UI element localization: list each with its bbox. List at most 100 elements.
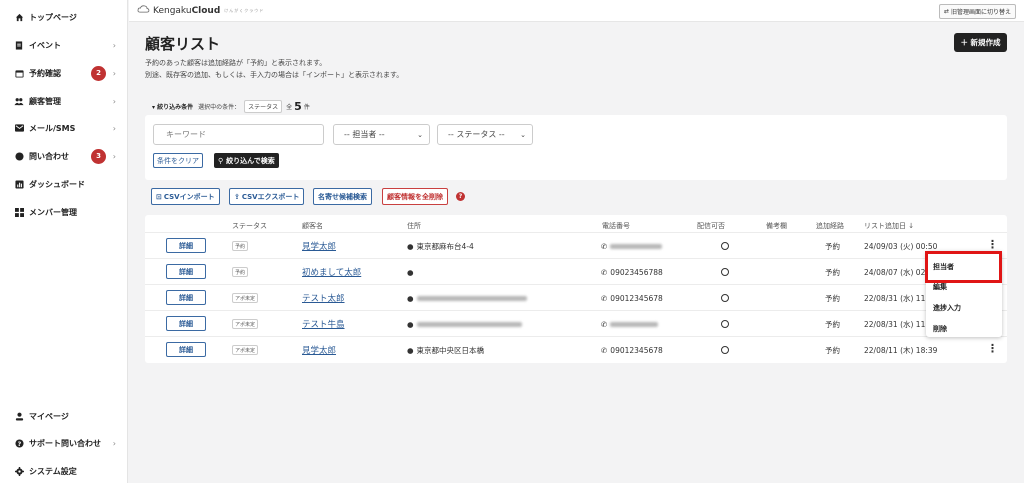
sidebar-item-reservation[interactable]: 予約確認 2 › [0, 63, 128, 83]
sidebar-item-settings[interactable]: システム設定 [0, 461, 128, 481]
app-logo[interactable]: Kengaku Cloud けんがくクラウド [137, 5, 264, 16]
delivery-allowed-icon [721, 268, 729, 276]
sidebar-item-label: イベント [29, 40, 61, 50]
chevron-down-icon: ⌄ [417, 130, 423, 139]
sidebar-item-label: システム設定 [29, 466, 77, 476]
calendar-icon [14, 68, 24, 78]
sidebar-item-dashboard[interactable]: ダッシュボード [0, 174, 128, 194]
location-pin-icon: ● [407, 293, 414, 303]
delete-all-button[interactable]: 顧客情報を全削除 [382, 188, 448, 205]
route-text: 予約 [825, 345, 840, 355]
added-date-text: 22/08/31 (水) 11:5 [864, 319, 933, 329]
delivery-allowed-icon [721, 294, 729, 302]
location-pin-icon: ● [407, 319, 414, 329]
detail-button[interactable]: 詳細 [166, 342, 206, 357]
csv-import-label: CSVインポート [163, 192, 215, 201]
table-row: 詳細 アポ未定 テスト太郎 ● ✆ 09012345678 予約 22/08/31… [145, 284, 1007, 310]
sidebar-item-mail[interactable]: メール/SMS › [0, 118, 128, 138]
phone-text: 09023456788 [610, 267, 663, 277]
sidebar-item-mypage[interactable]: マイページ [0, 406, 128, 426]
added-date-text: 22/08/31 (水) 11:5 [864, 293, 933, 303]
address-text: 東京都中央区日本橋 [416, 345, 485, 355]
menu-item-progress[interactable]: 進捗入力 [933, 303, 961, 313]
phone-text: 09012345678 [610, 293, 663, 303]
search-icon: ⚲ [218, 156, 224, 165]
delivery-allowed-icon [721, 320, 729, 328]
clear-filter-button[interactable]: 条件をクリア [153, 153, 203, 168]
sidebar-item-inquiry[interactable]: 問い合わせ 3 › [0, 146, 128, 166]
chat-icon [14, 151, 24, 161]
chart-icon [14, 179, 24, 189]
customer-name-link[interactable]: 見学太郎 [302, 344, 336, 356]
keyword-input[interactable] [153, 124, 324, 145]
customer-name-link[interactable]: テスト牛島 [302, 318, 345, 330]
count-prefix: 全 [286, 104, 293, 111]
column-header-delivery[interactable]: 配信可否 [697, 221, 725, 231]
column-header-status[interactable]: ステータス [232, 221, 267, 231]
customer-name-link[interactable]: テスト太郎 [302, 292, 345, 304]
csv-export-button[interactable]: ⇪ CSVエクスポート [229, 188, 305, 205]
notification-badge: 2 [91, 65, 106, 81]
sidebar-item-label: サポート問い合わせ [29, 438, 101, 448]
chevron-right-icon: › [112, 40, 116, 50]
status-select[interactable]: -- ステータス -- ⌄ [437, 124, 533, 145]
more-options-icon[interactable]: ⋮ [987, 239, 998, 250]
status-badge: 予約 [232, 267, 249, 277]
highlighted-menu-item[interactable]: 担当者 [925, 251, 1002, 283]
export-icon: ⇪ [234, 192, 240, 201]
assignee-select-value: -- 担当者 -- [344, 130, 385, 139]
customer-name-link[interactable]: 初めまして太郎 [302, 266, 361, 278]
switch-icon: ⇄ [943, 8, 949, 15]
phone-icon: ✆ [601, 319, 608, 329]
grid-icon [14, 207, 24, 217]
column-header-name[interactable]: 顧客名 [302, 221, 323, 231]
sidebar-item-label: マイページ [29, 411, 69, 421]
sidebar-item-top[interactable]: トップページ [0, 7, 128, 27]
status-badge: 予約 [232, 241, 249, 251]
phone-icon: ✆ [601, 345, 608, 355]
filter-search-button[interactable]: ⚲ 絞り込んで検索 [214, 153, 279, 168]
detail-button[interactable]: 詳細 [166, 316, 206, 331]
blurred-address [416, 295, 527, 301]
table-row: 詳細 予約 初めまして太郎 ● ✆ 09023456788 予約 24/08/07… [145, 258, 1007, 284]
column-header-notes[interactable]: 備考欄 [766, 221, 787, 231]
more-options-icon[interactable]: ⋮ [987, 343, 998, 354]
settings-icon [14, 466, 24, 476]
csv-import-button[interactable]: ⊡ CSVインポート [151, 188, 220, 205]
result-count: 5 [294, 100, 302, 113]
logo-text-bold: Cloud [191, 5, 221, 16]
switch-admin-button[interactable]: ⇄ 旧管理画面に切り替え [938, 4, 1016, 19]
help-icon[interactable]: ? [456, 192, 465, 201]
column-header-added-date[interactable]: リスト追加日 ↓ [864, 221, 914, 231]
route-text: 予約 [825, 241, 840, 251]
sidebar-item-members[interactable]: メンバー管理 [0, 202, 128, 222]
create-new-button[interactable]: ＋ 新規作成 [954, 33, 1007, 52]
detail-button[interactable]: 詳細 [166, 264, 206, 279]
route-text: 予約 [825, 267, 840, 277]
column-header-route[interactable]: 追加経路 [816, 221, 844, 231]
csv-export-label: CSVエクスポート [241, 192, 300, 201]
document-icon [14, 40, 24, 50]
menu-item-delete[interactable]: 削除 [933, 324, 947, 334]
menu-item-assignee[interactable]: 担当者 [933, 262, 954, 272]
chevron-right-icon: › [112, 96, 116, 106]
route-text: 予約 [825, 319, 840, 329]
phone-icon: ✆ [601, 293, 608, 303]
name-search-button[interactable]: 名寄せ候補検索 [313, 188, 372, 205]
blurred-address [416, 321, 522, 327]
filter-toggle[interactable]: ▾ 絞り込み条件 [152, 102, 193, 111]
sidebar-item-event[interactable]: イベント › [0, 35, 128, 55]
menu-item-edit[interactable]: 編集 [933, 282, 947, 292]
status-badge: アポ未定 [232, 345, 259, 355]
customer-name-link[interactable]: 見学太郎 [302, 240, 336, 252]
added-date-text: 24/08/07 (水) 02: [864, 267, 928, 277]
assignee-select[interactable]: -- 担当者 -- ⌄ [333, 124, 430, 145]
column-header-address[interactable]: 住所 [407, 221, 421, 231]
detail-button[interactable]: 詳細 [166, 290, 206, 305]
sidebar-item-customers[interactable]: 顧客管理 › [0, 91, 128, 111]
sidebar-item-support[interactable]: ? サポート問い合わせ › [0, 433, 128, 453]
detail-button[interactable]: 詳細 [166, 238, 206, 253]
column-header-phone[interactable]: 電話番号 [602, 221, 630, 231]
top-bar: Kengaku Cloud けんがくクラウド ⇄ 旧管理画面に切り替え [129, 0, 1024, 22]
chevron-right-icon: › [112, 151, 116, 161]
